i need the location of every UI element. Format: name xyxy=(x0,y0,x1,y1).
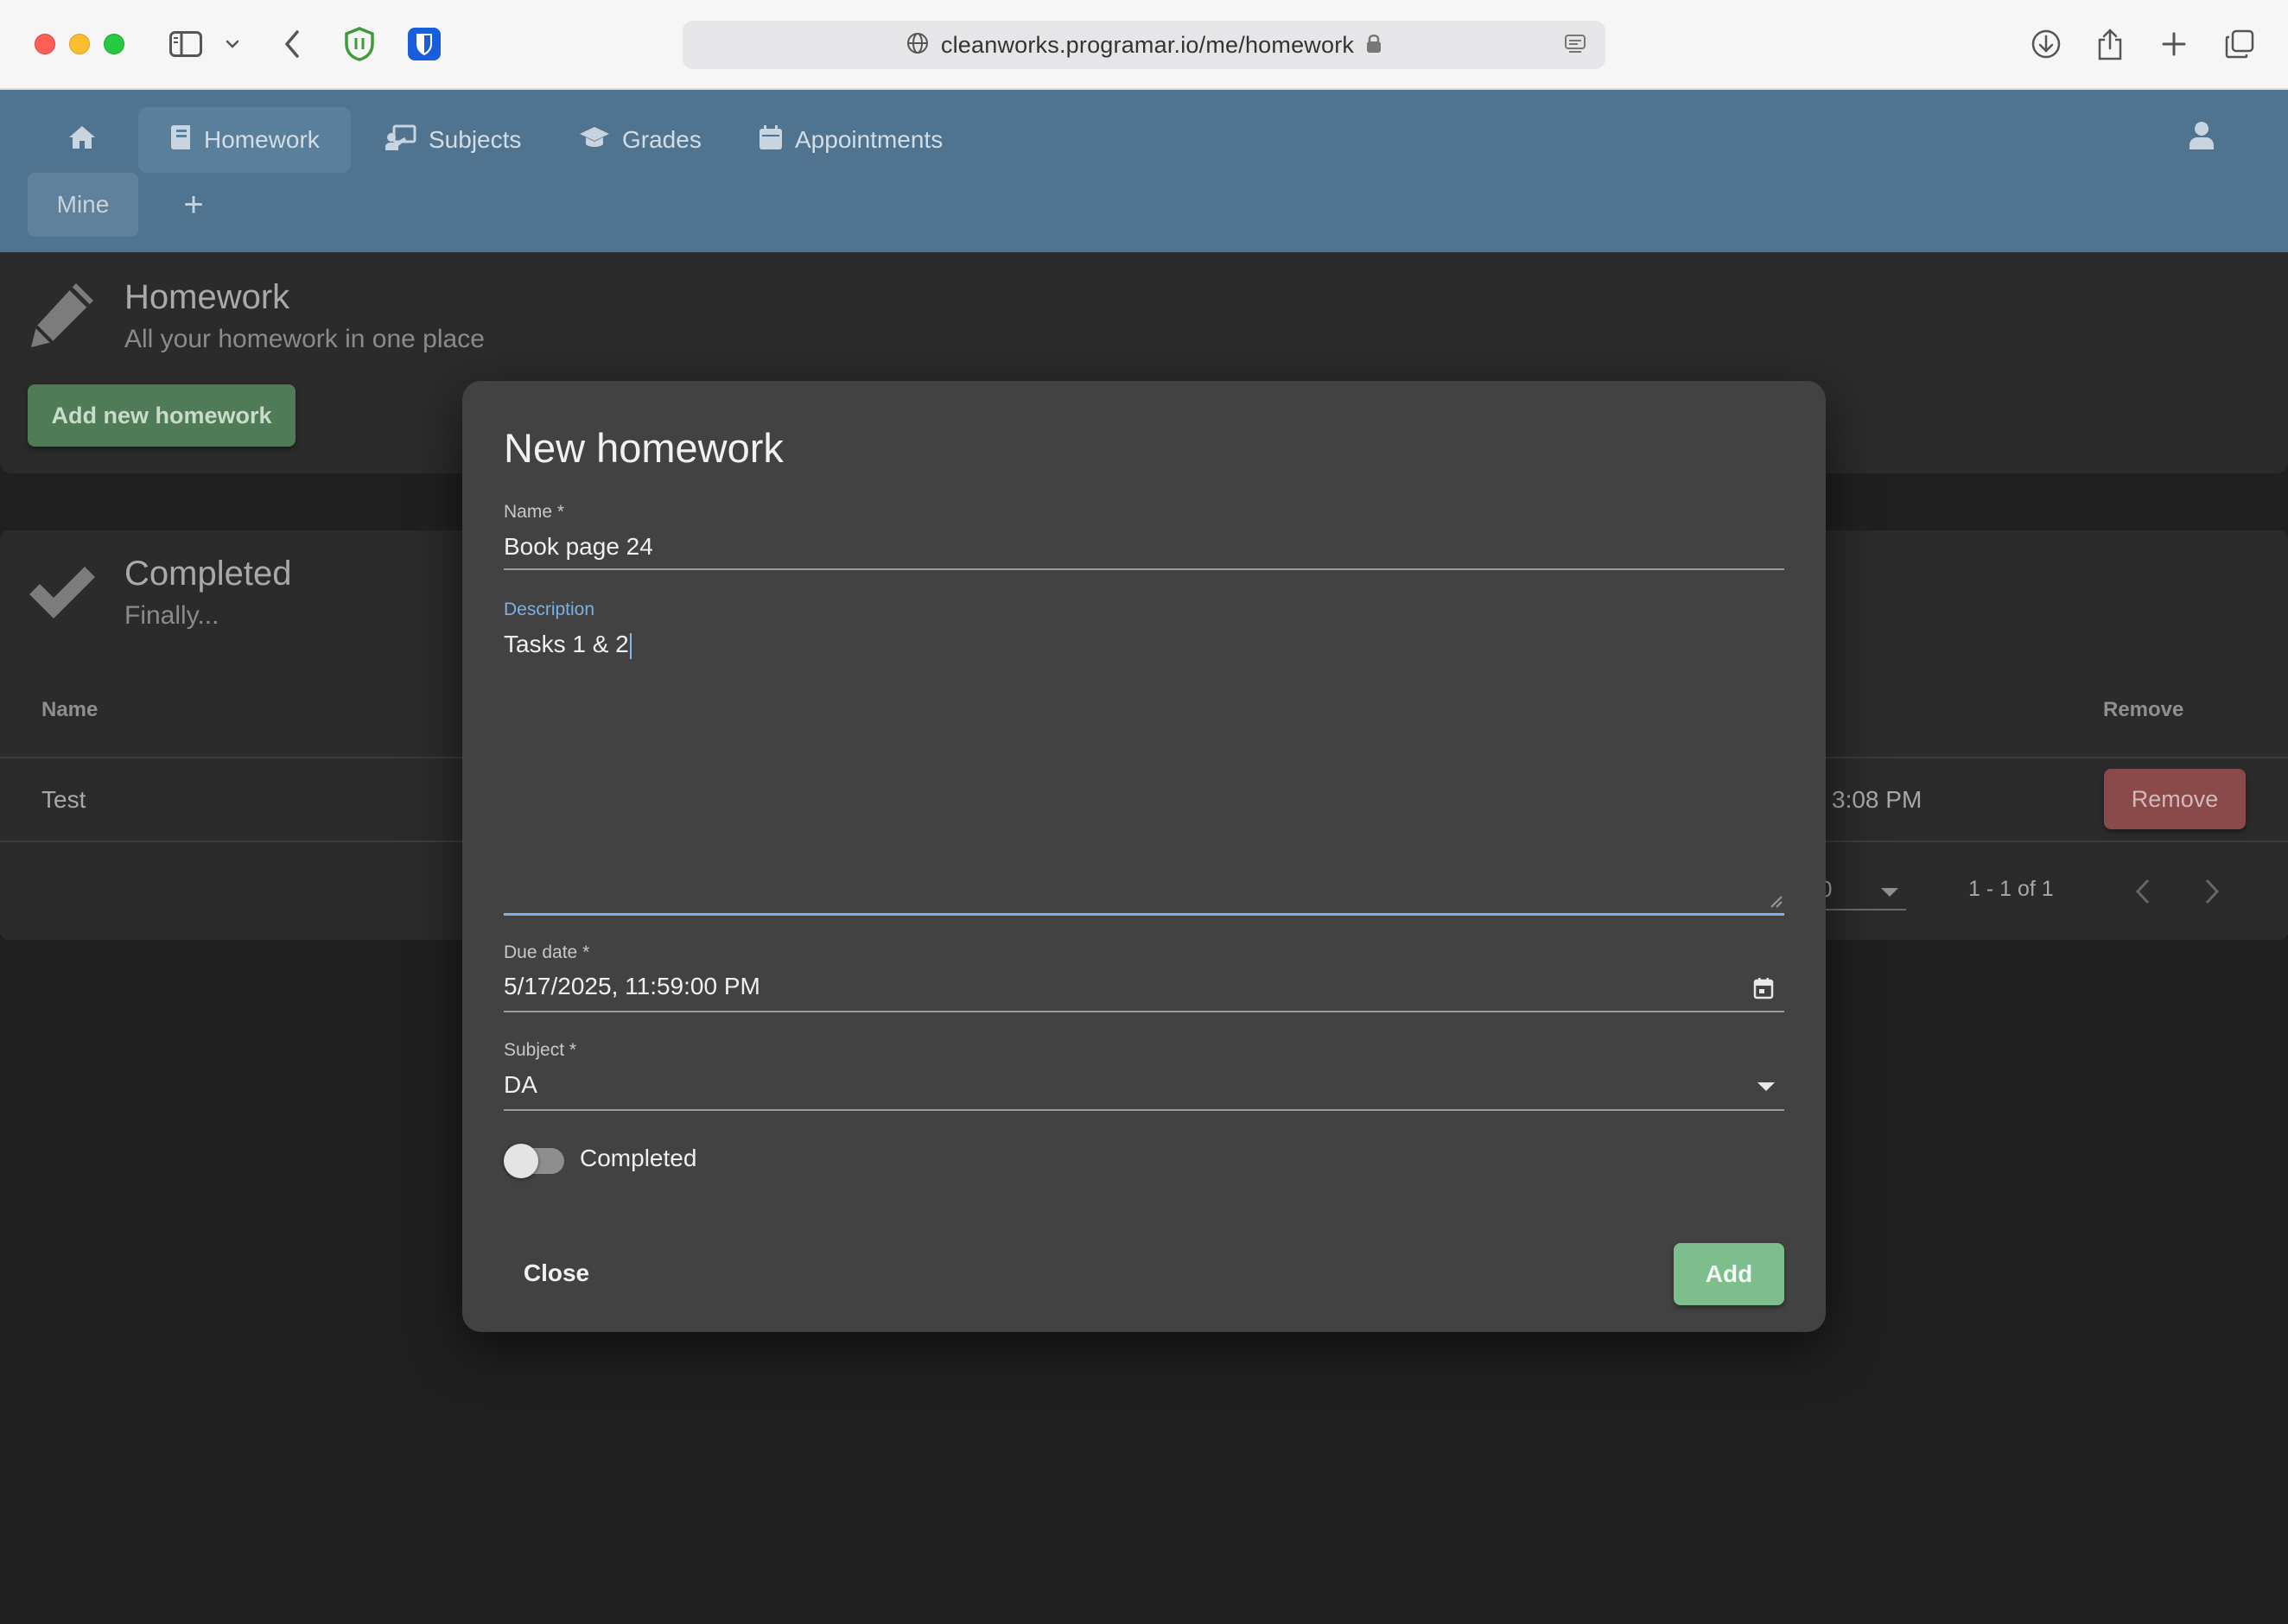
resize-handle-icon[interactable] xyxy=(1769,894,1783,912)
lock-icon xyxy=(1366,33,1382,58)
next-page-icon[interactable] xyxy=(2203,878,2221,910)
due-date-field-underline xyxy=(504,1011,1784,1012)
new-tab-icon[interactable] xyxy=(2157,26,2191,62)
close-button[interactable]: Close xyxy=(504,1243,609,1304)
rows-per-page-dropdown-icon[interactable] xyxy=(1880,886,1899,902)
nav-grades[interactable]: Grades xyxy=(548,107,733,173)
graduation-cap-icon xyxy=(579,125,610,155)
nav-subjects[interactable]: Subjects xyxy=(354,107,552,173)
description-field[interactable]: Tasks 1 & 2 xyxy=(504,631,632,659)
description-field-label: Description xyxy=(504,599,595,619)
due-date-field[interactable]: 5/17/2025, 11:59:00 PM xyxy=(504,973,760,1000)
completed-toggle-label[interactable]: Completed xyxy=(580,1145,696,1172)
remove-button[interactable]: Remove xyxy=(2104,769,2246,829)
nav-add-button[interactable]: + xyxy=(176,183,211,226)
download-icon[interactable] xyxy=(2029,26,2063,62)
add-button[interactable]: Add xyxy=(1674,1243,1784,1305)
table-cell-time: 3:08 PM xyxy=(1832,786,1923,813)
user-icon[interactable] xyxy=(2188,121,2215,155)
address-bar[interactable]: cleanworks.programar.io/me/homework xyxy=(683,21,1605,69)
rows-per-page-underline xyxy=(1815,909,1906,910)
url-text: cleanworks.programar.io/me/homework xyxy=(940,31,1355,58)
app-navbar: Homework Subjects Grades Appointments Mi… xyxy=(0,90,2288,252)
description-field-underline xyxy=(504,913,1784,916)
password-manager-icon[interactable] xyxy=(406,26,442,62)
name-field[interactable]: Book page 24 xyxy=(504,533,653,561)
home-icon xyxy=(67,124,97,156)
name-field-underline xyxy=(504,568,1784,570)
close-window-button[interactable] xyxy=(35,34,55,54)
nav-homework[interactable]: Homework xyxy=(138,107,351,173)
sidebar-toggle-icon[interactable] xyxy=(168,26,204,62)
reader-mode-icon[interactable] xyxy=(1564,33,1586,60)
book-icon xyxy=(169,124,192,156)
share-icon[interactable] xyxy=(2093,26,2127,62)
tab-overview-icon[interactable] xyxy=(2222,26,2257,62)
description-text: Tasks 1 & 2 xyxy=(504,631,629,657)
nav-mine-tab[interactable]: Mine xyxy=(28,173,138,237)
nav-subjects-label: Subjects xyxy=(429,126,522,153)
homework-subtitle: All your homework in one place xyxy=(124,325,485,353)
new-homework-dialog: New homework Name * Book page 24 Descrip… xyxy=(462,381,1826,1332)
homework-title: Homework xyxy=(124,278,290,316)
calendar-picker-icon[interactable] xyxy=(1753,977,1774,1004)
add-new-homework-button[interactable]: Add new homework xyxy=(28,384,296,447)
teacher-icon xyxy=(385,124,416,156)
nav-grades-label: Grades xyxy=(622,126,702,153)
pagination-range: 1 - 1 of 1 xyxy=(1968,877,2054,901)
globe-icon xyxy=(906,32,929,59)
column-header-name[interactable]: Name xyxy=(41,698,98,722)
chevron-down-icon[interactable] xyxy=(223,26,242,62)
dropdown-arrow-icon[interactable] xyxy=(1757,1081,1776,1096)
pencil-icon xyxy=(26,278,99,355)
checkmark-icon xyxy=(26,561,99,626)
nav-appointments[interactable]: Appointments xyxy=(728,107,974,173)
shield-extension-icon[interactable] xyxy=(342,26,377,62)
text-cursor xyxy=(629,632,632,659)
column-header-remove: Remove xyxy=(2103,698,2184,721)
subject-field-underline xyxy=(504,1109,1784,1111)
nav-home[interactable] xyxy=(36,107,128,173)
minimize-window-button[interactable] xyxy=(69,34,90,54)
subject-field-label: Subject * xyxy=(504,1040,577,1060)
nav-homework-label: Homework xyxy=(204,126,320,153)
completed-subtitle: Finally... xyxy=(124,601,219,630)
back-arrow-icon[interactable] xyxy=(280,26,304,62)
dialog-title: New homework xyxy=(504,425,784,471)
browser-toolbar: cleanworks.programar.io/me/homework xyxy=(0,0,2288,90)
zoom-window-button[interactable] xyxy=(104,34,124,54)
name-field-label: Name * xyxy=(504,502,565,522)
calendar-icon xyxy=(759,124,783,156)
previous-page-icon[interactable] xyxy=(2134,878,2151,910)
completed-toggle-knob[interactable] xyxy=(504,1144,538,1178)
completed-title: Completed xyxy=(124,555,292,593)
subject-select[interactable]: DA xyxy=(504,1071,537,1099)
due-date-field-label: Due date * xyxy=(504,942,590,962)
nav-appointments-label: Appointments xyxy=(795,126,944,153)
table-cell-name: Test xyxy=(41,786,86,813)
